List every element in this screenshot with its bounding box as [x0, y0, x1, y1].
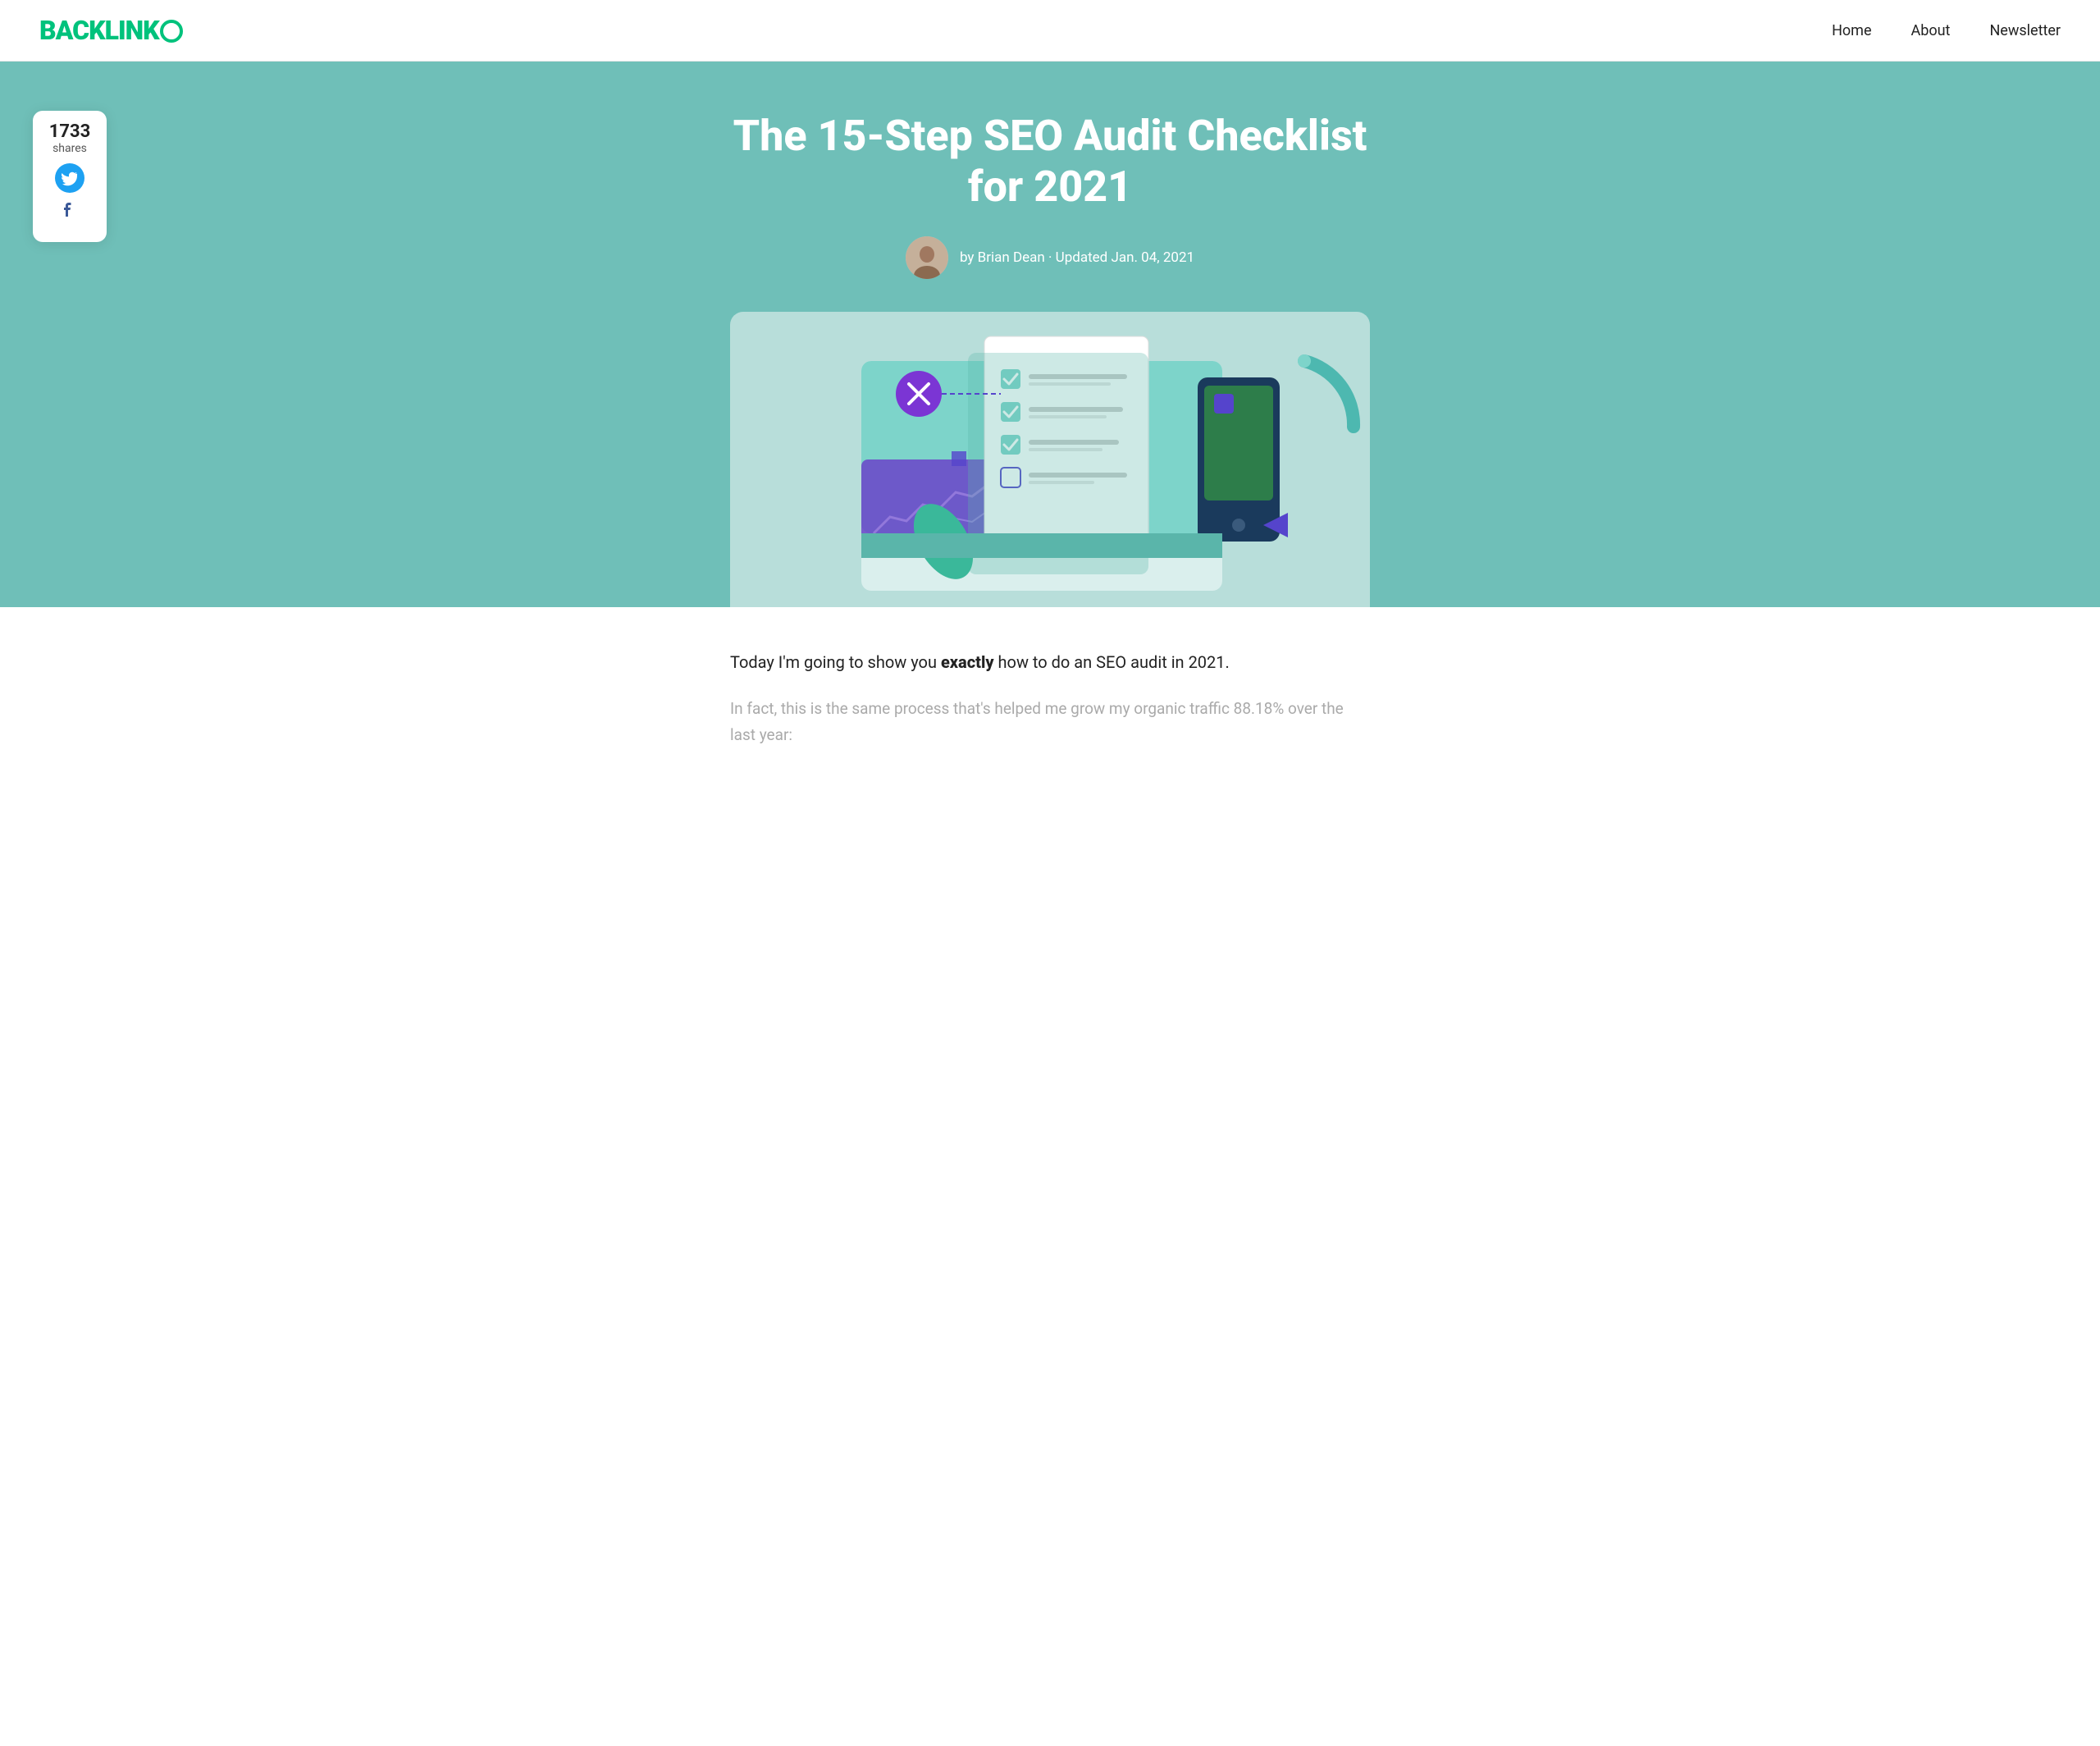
hero-inner: The 15-Step SEO Audit Checklist for 2021… — [681, 111, 1419, 279]
intro-paragraph: Today I'm going to show you exactly how … — [730, 648, 1370, 676]
page-title: The 15-Step SEO Audit Checklist for 2021 — [714, 111, 1386, 213]
secondary-paragraph: In fact, this is the same process that's… — [730, 696, 1370, 749]
nav-newsletter-link[interactable]: Newsletter — [1989, 22, 2061, 39]
intro-emphasis: exactly — [941, 652, 994, 672]
twitter-share-button[interactable] — [48, 163, 92, 193]
nav-about-link[interactable]: About — [1911, 22, 1951, 39]
facebook-share-button[interactable] — [48, 199, 92, 224]
site-logo[interactable]: BACKLINK — [39, 15, 183, 46]
share-widget: 1733 shares — [33, 111, 107, 242]
nav-home-link[interactable]: Home — [1832, 22, 1871, 39]
navbar: BACKLINK Home About Newsletter — [0, 0, 2100, 62]
logo-o-icon — [160, 20, 183, 43]
author-info: by Brian Dean · Updated Jan. 04, 2021 — [714, 236, 1386, 279]
hero-section: 1733 shares The 15-Step SEO Audit Checkl… — [0, 62, 2100, 607]
author-avatar — [906, 236, 948, 279]
article-content: Today I'm going to show you exactly how … — [697, 607, 1403, 782]
hero-image-container — [730, 312, 1370, 607]
nav-links: Home About Newsletter — [1832, 22, 2061, 39]
share-count: 1733 — [48, 122, 92, 142]
hero-illustration — [730, 312, 1370, 607]
author-text: by Brian Dean · Updated Jan. 04, 2021 — [960, 249, 1194, 266]
share-label: shares — [48, 142, 92, 155]
